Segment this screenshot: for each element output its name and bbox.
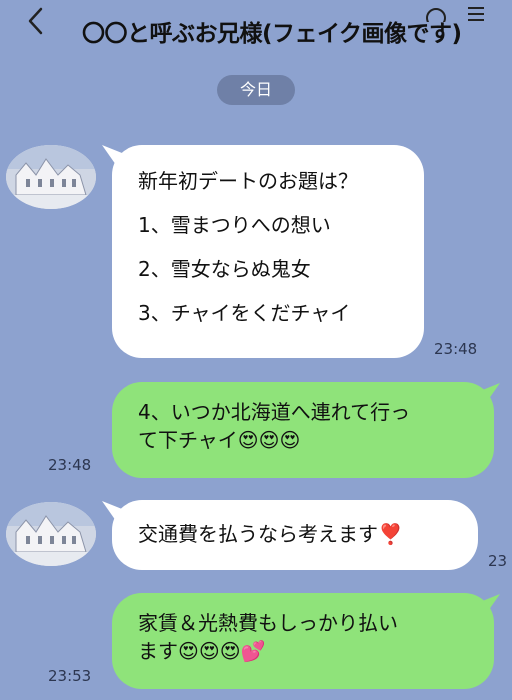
message-time: 23 — [488, 552, 508, 570]
message-line: て下チャイ😍😍😍 — [138, 428, 301, 452]
outgoing-message-bubble[interactable]: 家賃＆光熱費もしっかり払い ます😍😍😍💕 — [112, 593, 494, 689]
message-line: 1、雪まつりへの想い — [138, 213, 331, 237]
search-icon — [426, 8, 446, 22]
bubble-tail — [480, 594, 500, 614]
chevron-left-icon[interactable] — [24, 6, 48, 36]
date-separator: 今日 — [217, 75, 295, 105]
message-line: 3、チャイをくだチャイ — [138, 301, 351, 325]
avatar[interactable] — [6, 502, 96, 566]
bubble-tail — [480, 383, 500, 403]
incoming-message-bubble[interactable]: 新年初デートのお題は？ 1、雪まつりへの想い 2、雪女ならぬ鬼女 3、チャイをく… — [112, 145, 424, 358]
bubble-tail — [102, 145, 122, 165]
message-line: 家賃＆光熱費もしっかり払い — [138, 611, 398, 635]
snow-sculpture-avatar-icon — [6, 502, 96, 566]
message-time: 23:53 — [48, 667, 92, 685]
message-time: 23:48 — [48, 456, 92, 474]
bubble-tail — [102, 501, 122, 521]
message-line: 2、雪女ならぬ鬼女 — [138, 257, 311, 281]
message-line: 交通費を払うなら考えます❣️ — [138, 522, 403, 546]
message-line: ます😍😍😍💕 — [138, 639, 266, 663]
message-time: 23:48 — [434, 340, 478, 358]
avatar[interactable] — [6, 145, 96, 209]
outgoing-message-bubble[interactable]: 4、いつか北海道へ連れて行っ て下チャイ😍😍😍 — [112, 382, 494, 478]
chat-header: 〇〇と呼ぶお兄様(フェイク画像です) — [0, 0, 512, 56]
message-line: 4、いつか北海道へ連れて行っ — [138, 400, 411, 424]
message-line: 新年初デートのお題は？ — [138, 169, 358, 193]
snow-sculpture-avatar-icon — [6, 145, 96, 209]
incoming-message-bubble[interactable]: 交通費を払うなら考えます❣️ — [112, 500, 478, 570]
header-action-icons[interactable] — [418, 4, 498, 22]
